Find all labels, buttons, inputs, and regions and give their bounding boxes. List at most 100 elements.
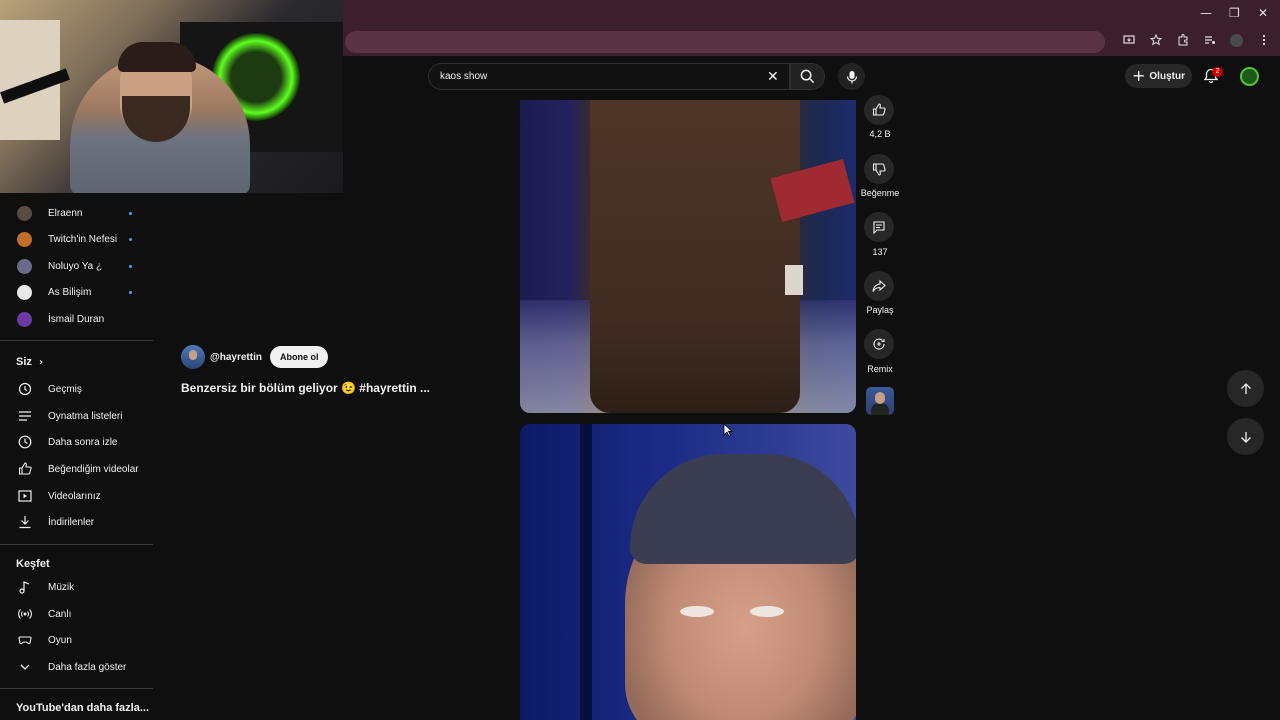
sidebar-item-downloads[interactable]: İndirilenler bbox=[0, 509, 155, 535]
channel-avatar bbox=[17, 311, 32, 327]
window-minimize-button[interactable]: — bbox=[1200, 6, 1212, 20]
arrow-up-icon bbox=[1240, 382, 1251, 394]
next-short-video[interactable] bbox=[520, 424, 856, 720]
sidebar-item-gaming[interactable]: Oyun bbox=[0, 627, 155, 653]
user-account-avatar[interactable] bbox=[1240, 67, 1259, 86]
sidebar-divider bbox=[0, 340, 153, 341]
like-button[interactable] bbox=[864, 95, 894, 125]
subscription-label: İsmail Duran bbox=[48, 313, 105, 325]
dislike-button[interactable] bbox=[864, 154, 894, 184]
sidebar-item-label: Daha sonra izle bbox=[48, 436, 118, 448]
install-app-icon[interactable] bbox=[1122, 34, 1135, 47]
you-section-title[interactable]: Siz › bbox=[16, 356, 43, 368]
short-channel-info: @hayrettin Abone ol bbox=[181, 345, 329, 369]
channel-avatar bbox=[17, 284, 32, 300]
video-person-hair bbox=[630, 454, 856, 564]
sidebar-item-label: Videolarınız bbox=[48, 490, 101, 502]
sidebar-divider bbox=[0, 688, 153, 689]
window-maximize-button[interactable]: ❐ bbox=[1229, 6, 1240, 20]
channel-avatar[interactable] bbox=[181, 345, 205, 369]
sidebar-item-show-more[interactable]: Daha fazla göster bbox=[0, 654, 155, 680]
video-person-suit bbox=[590, 100, 800, 413]
sidebar: Elraenn Twitch'in Nefesi Noluyo Ya ¿ As … bbox=[0, 193, 155, 720]
subscription-label: Twitch'in Nefesi bbox=[48, 233, 118, 245]
clear-search-icon[interactable]: ✕ bbox=[767, 69, 779, 85]
sidebar-item-playlists[interactable]: Oynatma listeleri bbox=[0, 403, 155, 429]
gaming-icon bbox=[17, 636, 32, 645]
chevron-right-icon: › bbox=[38, 357, 44, 368]
video-icon bbox=[17, 490, 32, 502]
webcam-person-hair bbox=[118, 42, 196, 72]
search-input[interactable]: kaos show bbox=[440, 71, 487, 82]
subscription-item[interactable]: Twitch'in Nefesi bbox=[0, 226, 155, 252]
you-section-label: Siz bbox=[16, 356, 32, 368]
sidebar-item-liked-videos[interactable]: Beğendiğim videolar bbox=[0, 456, 155, 482]
window-close-button[interactable]: ✕ bbox=[1258, 6, 1268, 20]
plus-icon: + bbox=[1132, 66, 1146, 85]
channel-avatar bbox=[17, 258, 32, 274]
channel-handle[interactable]: @hayrettin bbox=[210, 352, 262, 363]
previous-short-button[interactable] bbox=[1227, 370, 1264, 407]
create-button[interactable]: + Oluştur bbox=[1125, 64, 1192, 88]
sidebar-item-label: Oynatma listeleri bbox=[48, 410, 123, 422]
arrow-down-icon bbox=[1240, 431, 1251, 443]
share-button[interactable] bbox=[864, 271, 894, 301]
new-content-dot bbox=[129, 264, 132, 268]
sidebar-item-label: İndirilenler bbox=[48, 516, 95, 528]
chevron-down-icon bbox=[20, 664, 29, 670]
new-content-dot bbox=[129, 237, 132, 241]
next-short-button[interactable] bbox=[1227, 418, 1264, 455]
sidebar-item-label: Beğendiğim videolar bbox=[48, 463, 139, 475]
playlist-icon bbox=[18, 411, 31, 421]
short-title[interactable]: Benzersiz bir bölüm geliyor 😉 #hayrettin… bbox=[181, 381, 430, 395]
comments-button[interactable] bbox=[864, 212, 894, 242]
sidebar-item-live[interactable]: Canlı bbox=[0, 601, 155, 627]
media-control-icon[interactable] bbox=[1203, 34, 1216, 47]
sidebar-item-label: Geçmiş bbox=[48, 383, 82, 395]
channel-avatar bbox=[17, 205, 32, 221]
explore-section-title: Keşfet bbox=[16, 558, 50, 570]
profile-avatar-icon[interactable] bbox=[1230, 34, 1243, 47]
search-button[interactable] bbox=[790, 63, 825, 90]
sidebar-item-label: Müzik bbox=[48, 581, 75, 593]
subscription-item[interactable]: İsmail Duran bbox=[0, 306, 155, 332]
browser-menu-icon[interactable] bbox=[1257, 34, 1270, 47]
sidebar-item-watch-later[interactable]: Daha sonra izle bbox=[0, 429, 155, 455]
sidebar-item-label: Oyun bbox=[48, 634, 72, 646]
subscription-item[interactable]: Noluyo Ya ¿ bbox=[0, 253, 155, 279]
notification-count-badge: 2 bbox=[1212, 67, 1223, 77]
search-box[interactable]: kaos show ✕ bbox=[428, 63, 790, 90]
subscription-label: As Bilişim bbox=[48, 286, 92, 298]
subscription-item[interactable]: As Bilişim bbox=[0, 279, 155, 305]
sidebar-item-history[interactable]: Geçmiş bbox=[0, 376, 155, 402]
new-content-dot bbox=[129, 211, 132, 215]
clock-icon bbox=[18, 435, 31, 449]
live-icon bbox=[17, 609, 32, 619]
video-curtain bbox=[580, 424, 592, 720]
channel-avatar bbox=[17, 231, 32, 247]
short-video-player[interactable] bbox=[520, 100, 856, 413]
sound-remix-thumbnail[interactable] bbox=[866, 387, 894, 415]
thumb-down-icon bbox=[872, 163, 886, 176]
subscribe-button[interactable]: Abone ol bbox=[269, 346, 329, 368]
bookmark-star-icon[interactable] bbox=[1149, 33, 1162, 47]
share-icon bbox=[872, 279, 886, 292]
url-field[interactable] bbox=[345, 31, 1105, 53]
thumb-up-icon bbox=[18, 462, 32, 475]
like-count: 4,2 B bbox=[869, 129, 891, 139]
sidebar-divider bbox=[0, 544, 153, 545]
voice-search-button[interactable] bbox=[838, 63, 865, 90]
extensions-icon[interactable] bbox=[1176, 34, 1189, 47]
download-icon bbox=[19, 516, 30, 529]
comment-count: 137 bbox=[872, 247, 888, 257]
share-label: Paylaş bbox=[866, 305, 894, 315]
comment-icon bbox=[873, 221, 885, 234]
remix-button[interactable] bbox=[864, 329, 894, 359]
history-icon bbox=[18, 382, 31, 396]
sidebar-item-music[interactable]: Müzik bbox=[0, 574, 155, 600]
remix-label: Remix bbox=[867, 364, 893, 374]
subscription-label: Noluyo Ya ¿ bbox=[48, 260, 103, 272]
subscription-item[interactable]: Elraenn bbox=[0, 200, 155, 226]
sidebar-item-your-videos[interactable]: Videolarınız bbox=[0, 483, 155, 509]
dislike-label: Beğenme bbox=[860, 188, 900, 198]
